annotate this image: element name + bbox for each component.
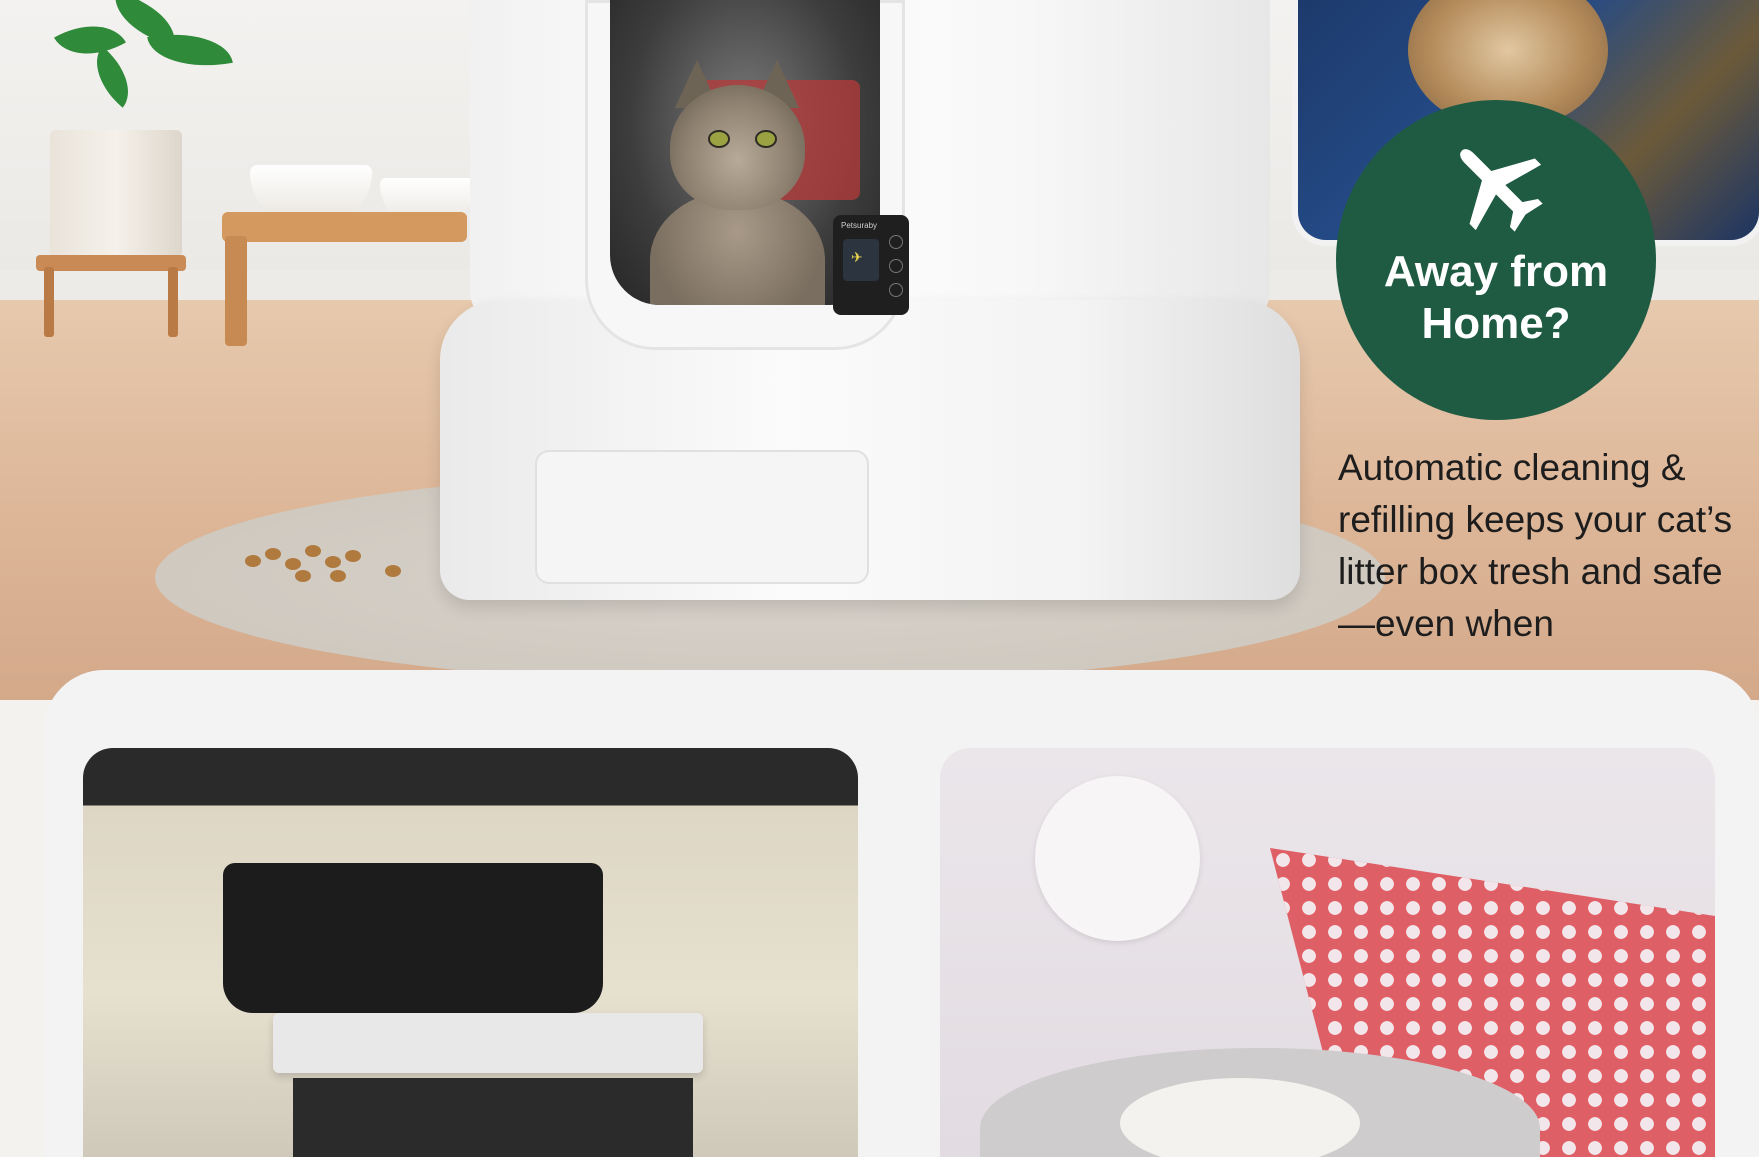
- litter-dispenser: [1035, 776, 1200, 941]
- cat-in-box: [645, 60, 830, 305]
- panel-button: [889, 235, 903, 249]
- interior-closeup: [940, 748, 1715, 1157]
- airplane-icon: [1460, 149, 1543, 232]
- waste-drawer: [535, 450, 869, 584]
- away-badge: Away from Home?: [1336, 100, 1656, 420]
- control-panel: Petsuraby ✈: [833, 215, 909, 315]
- badge-title: Away from Home?: [1383, 247, 1609, 348]
- plant-stand: [36, 255, 186, 337]
- bag-holder-closeup: [83, 748, 858, 1157]
- panel-button: [889, 283, 903, 297]
- plant-pot: [50, 130, 182, 260]
- feature-description: Automatic cleaning & refilling keeps you…: [1338, 447, 1733, 644]
- product-scene: Petsuraby ✈ Away from Home? Automatic cl…: [0, 0, 1759, 1157]
- litter-box: Petsuraby ✈: [440, 0, 1300, 615]
- panel-button: [889, 259, 903, 273]
- panel-plane-icon: ✈: [851, 249, 863, 265]
- waste-bag: [223, 863, 603, 1013]
- panel-logo: Petsuraby: [841, 221, 878, 230]
